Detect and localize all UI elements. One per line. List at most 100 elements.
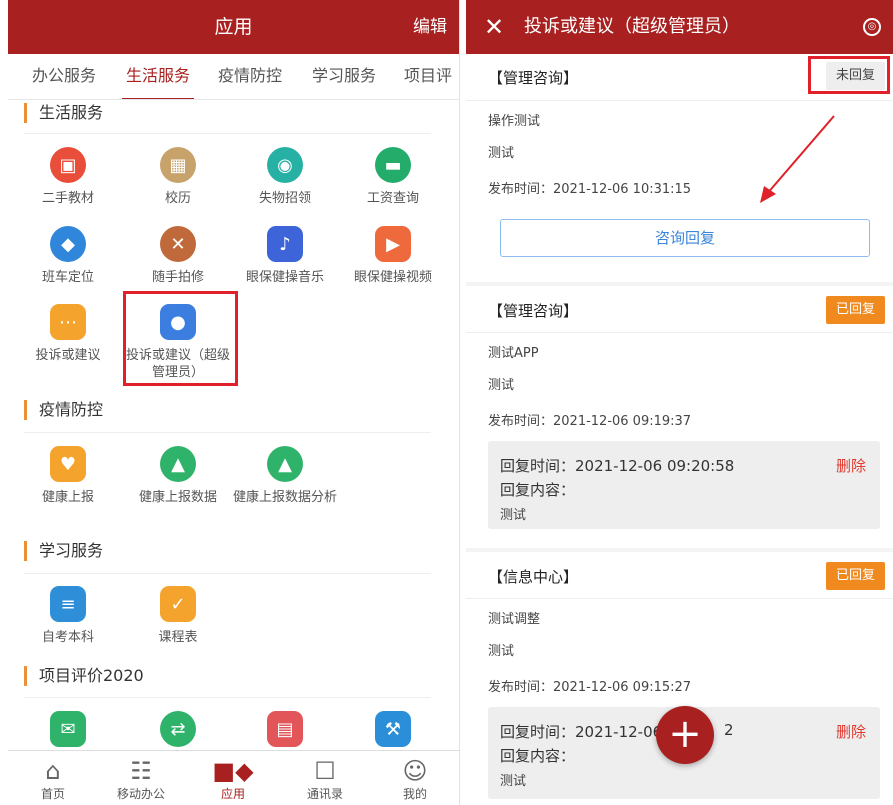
app-label: 投诉或建议 bbox=[35, 348, 101, 363]
office-icon: ☷ bbox=[130, 757, 152, 785]
card-category: 【管理咨询】 bbox=[488, 302, 579, 320]
publish-time: 发布时间：2021-12-06 10:31:15 bbox=[488, 182, 692, 197]
reply-time-tail: 2 bbox=[724, 721, 734, 739]
nav-contacts[interactable]: ☐ 通讯录 bbox=[290, 757, 360, 802]
tab-epidemic[interactable]: 疫情防控 bbox=[218, 54, 282, 98]
nav-label: 应用 bbox=[220, 787, 245, 801]
user-icon: ☺ bbox=[402, 757, 428, 785]
divider bbox=[466, 598, 893, 599]
publish-time: 发布时间：2021-12-06 09:19:37 bbox=[488, 414, 692, 429]
category-tabs: 办公服务 生活服务 疫情防控 学习服务 项目评 bbox=[8, 54, 459, 100]
app-health-report[interactable]: ♥ 健康上报 bbox=[13, 446, 123, 506]
edit-button[interactable]: 编辑 bbox=[413, 0, 447, 54]
apps-header: 应用 编辑 bbox=[8, 0, 459, 54]
reply-content-label: 回复内容： bbox=[500, 481, 576, 499]
highlight-box bbox=[123, 291, 238, 386]
app-eye-exercise-video[interactable]: ▶ 眼保健操视频 bbox=[338, 226, 448, 286]
app-used-textbooks[interactable]: ▣ 二手教材 bbox=[13, 147, 123, 207]
app-timetable[interactable]: ✓ 课程表 bbox=[123, 586, 233, 646]
app-self-exam[interactable]: ≡ 自考本科 bbox=[13, 586, 123, 646]
lost-found-icon: ◉ bbox=[267, 147, 303, 183]
reply-content-label: 回复内容： bbox=[500, 747, 576, 765]
reply-box: 回复时间：2021-12-06 09:20:58 删除 回复内容： 测试 bbox=[488, 441, 880, 529]
add-button[interactable]: + bbox=[656, 706, 714, 764]
app-project-hammer[interactable]: ⚒ bbox=[338, 711, 448, 747]
tab-project[interactable]: 项目评 bbox=[404, 54, 452, 98]
schedule-icon: ✓ bbox=[160, 586, 196, 622]
page-title: 投诉或建议（超级管理员） bbox=[524, 16, 740, 37]
nav-label: 首页 bbox=[40, 787, 65, 801]
app-label: 自考本科 bbox=[41, 630, 94, 645]
complaint-admin-panel: ✕ 投诉或建议（超级管理员） ◎ 【管理咨询】 未回复 操作测试 测试 发布时间… bbox=[466, 0, 893, 805]
divider bbox=[466, 332, 893, 333]
app-snap-repair[interactable]: ✕ 随手拍修 bbox=[123, 226, 233, 286]
document-icon: ▤ bbox=[267, 711, 303, 747]
app-project-document[interactable]: ▤ bbox=[230, 711, 340, 747]
delete-button[interactable]: 删除 bbox=[836, 721, 866, 742]
nav-label: 移动办公 bbox=[116, 787, 165, 801]
complaint-header: ✕ 投诉或建议（超级管理员） ◎ bbox=[466, 0, 893, 54]
reply-time: 回复时间：2021-12-06 09:20:58 bbox=[500, 457, 735, 475]
video-icon: ▶ bbox=[375, 226, 411, 262]
status-badge: 已回复 bbox=[825, 562, 885, 590]
app-label: 课程表 bbox=[158, 630, 198, 645]
app-label: 二手教材 bbox=[41, 191, 94, 206]
app-project-mail[interactable]: ✉ bbox=[13, 711, 123, 747]
app-label: 班车定位 bbox=[41, 270, 94, 285]
nav-label: 我的 bbox=[402, 787, 427, 801]
nav-mobile-office[interactable]: ☷ 移动办公 bbox=[106, 757, 176, 802]
card-icon: ▬ bbox=[375, 147, 411, 183]
tools-icon: ✕ bbox=[160, 226, 196, 262]
card-content: 测试 bbox=[488, 644, 515, 659]
tab-life[interactable]: 生活服务 bbox=[122, 54, 195, 99]
app-label: 校历 bbox=[164, 191, 191, 206]
card-content: 测试 bbox=[488, 146, 515, 161]
card-title: 测试调整 bbox=[488, 612, 541, 627]
nav-home[interactable]: ⌂ 首页 bbox=[18, 757, 88, 802]
bottom-nav: ⌂ 首页 ☷ 移动办公 ■◆ 应用 ☐ 通讯录 ☺ 我的 bbox=[8, 750, 459, 805]
section-title-study: 学习服务 bbox=[24, 541, 103, 561]
heart-icon: ♥ bbox=[50, 446, 86, 482]
complaint-card: 【管理咨询】 已回复 测试APP 测试 发布时间：2021-12-06 09:1… bbox=[466, 286, 893, 548]
app-label: 眼保健操音乐 bbox=[245, 270, 324, 285]
app-project-link[interactable]: ⇄ bbox=[123, 711, 233, 747]
divider bbox=[24, 432, 431, 433]
reply-button[interactable]: 咨询回复 bbox=[500, 219, 870, 257]
card-category: 【信息中心】 bbox=[488, 568, 579, 586]
card-content: 测试 bbox=[488, 378, 515, 393]
status-badge: 已回复 bbox=[825, 296, 885, 324]
tab-study[interactable]: 学习服务 bbox=[312, 54, 376, 98]
nav-apps[interactable]: ■◆ 应用 bbox=[198, 757, 268, 802]
home-icon: ⌂ bbox=[45, 757, 61, 785]
calendar-icon: ▦ bbox=[160, 147, 196, 183]
nav-mine[interactable]: ☺ 我的 bbox=[380, 757, 450, 802]
complaint-card: 【信息中心】 已回复 测试调整 测试 发布时间：2021-12-06 09:15… bbox=[466, 552, 893, 805]
card-title: 操作测试 bbox=[488, 114, 541, 129]
delete-button[interactable]: 删除 bbox=[836, 455, 866, 476]
app-label: 健康上报 bbox=[41, 490, 94, 505]
app-school-calendar[interactable]: ▦ 校历 bbox=[123, 147, 233, 207]
divider bbox=[466, 100, 893, 101]
app-lost-and-found[interactable]: ◉ 失物招领 bbox=[230, 147, 340, 207]
reply-content: 测试 bbox=[500, 774, 527, 789]
chat-icon: ⋯ bbox=[50, 304, 86, 340]
app-bus-location[interactable]: ◆ 班车定位 bbox=[13, 226, 123, 286]
app-health-report-data[interactable]: ▲ 健康上报数据 bbox=[123, 446, 233, 506]
apps-panel: 应用 编辑 办公服务 生活服务 疫情防控 学习服务 项目评 生活服务 ▣ 二手教… bbox=[8, 0, 460, 805]
app-health-report-analysis[interactable]: ▲ 健康上报数据分析 bbox=[230, 446, 340, 506]
section-title-epidemic: 疫情防控 bbox=[24, 400, 103, 420]
app-eye-exercise-music[interactable]: ♪ 眼保健操音乐 bbox=[230, 226, 340, 286]
nav-label: 通讯录 bbox=[306, 787, 343, 801]
close-icon[interactable]: ✕ bbox=[484, 0, 504, 54]
tab-office[interactable]: 办公服务 bbox=[32, 54, 96, 98]
divider bbox=[24, 697, 431, 698]
app-salary-query[interactable]: ▬ 工资查询 bbox=[338, 147, 448, 207]
compass-icon[interactable]: ◎ bbox=[863, 18, 881, 36]
divider bbox=[24, 133, 431, 134]
card-category: 【管理咨询】 bbox=[488, 69, 579, 87]
page-title: 应用 bbox=[214, 16, 253, 38]
app-label: 健康上报数据分析 bbox=[232, 490, 337, 505]
hammer-icon: ⚒ bbox=[375, 711, 411, 747]
reply-time: 回复时间：2021-12-06 bbox=[500, 723, 663, 741]
app-complaint[interactable]: ⋯ 投诉或建议 bbox=[13, 304, 123, 364]
